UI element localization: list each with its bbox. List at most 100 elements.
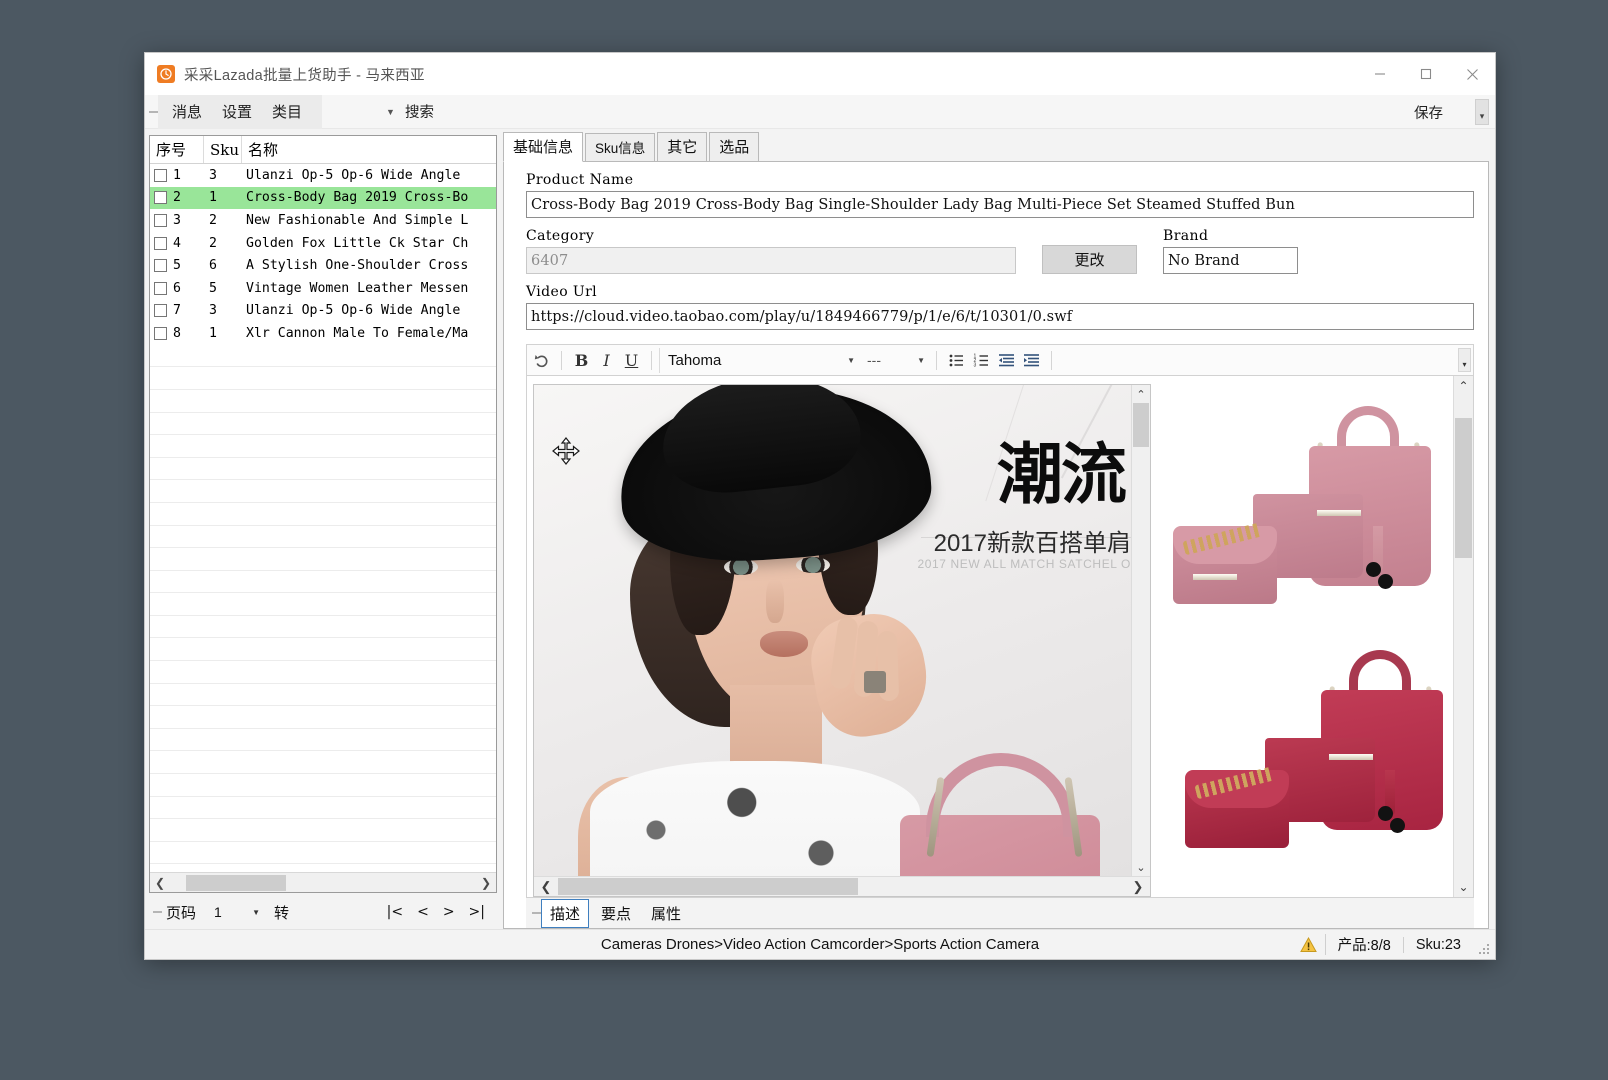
page-number-dropdown[interactable]: 1 ▼: [206, 900, 264, 924]
indent-increase-icon[interactable]: [1019, 348, 1044, 373]
tab-highlights[interactable]: 要点: [593, 900, 639, 927]
tab-selection[interactable]: 选品: [709, 132, 760, 162]
row-checkbox-cell[interactable]: 6: [150, 281, 204, 296]
scroll-down-icon[interactable]: ⌄: [1132, 858, 1151, 876]
scroll-track[interactable]: [1454, 396, 1474, 877]
row-checkbox-cell[interactable]: 3: [150, 213, 204, 228]
menu-drag-grip[interactable]: [149, 101, 158, 123]
editor-content-area[interactable]: 潮流 2017新款百搭单肩 2017 NEW ALL MATCH SATCHEL…: [527, 376, 1453, 897]
model-eye-right: [796, 557, 830, 573]
scroll-right-icon[interactable]: ❯: [476, 874, 496, 892]
checkbox-icon[interactable]: [154, 281, 167, 295]
checkbox-icon[interactable]: [154, 168, 167, 182]
go-to-page-button[interactable]: 转: [274, 902, 289, 923]
underline-button[interactable]: U: [619, 348, 644, 373]
scroll-right-icon[interactable]: ❯: [1126, 877, 1150, 896]
resize-grip[interactable]: [1479, 944, 1491, 956]
scroll-thumb[interactable]: [1454, 418, 1472, 558]
first-page-button[interactable]: |<: [387, 904, 403, 920]
brand-input[interactable]: No Brand: [1163, 247, 1298, 274]
table-row[interactable]: 8 1 Xlr Cannon Male To Female/Ma: [150, 322, 496, 345]
row-name: A Stylish One-Shoulder Cross: [246, 258, 469, 274]
scroll-track[interactable]: [170, 874, 476, 892]
table-row[interactable]: 6 5 Vintage Women Leather Messen: [150, 277, 496, 300]
grid-horizontal-scrollbar[interactable]: ❮ ❯: [150, 872, 496, 892]
font-family-dropdown[interactable]: Tahoma ▼: [659, 347, 859, 373]
maximize-icon[interactable]: [1403, 53, 1449, 95]
change-category-button[interactable]: 更改: [1042, 245, 1137, 274]
numbered-list-icon[interactable]: 123: [969, 348, 994, 373]
font-size-dropdown[interactable]: --- ▼: [859, 348, 929, 373]
undo-icon[interactable]: [529, 348, 554, 373]
menu-item-settings[interactable]: 设置: [212, 97, 262, 126]
close-icon[interactable]: [1449, 53, 1495, 95]
tab-sku-info[interactable]: Sku信息: [585, 133, 656, 162]
tab-other[interactable]: 其它: [657, 132, 708, 162]
column-header-name[interactable]: 名称: [242, 136, 496, 163]
row-checkbox-cell[interactable]: 5: [150, 258, 204, 273]
next-page-button[interactable]: >: [443, 904, 455, 920]
embedded-image-frame[interactable]: 潮流 2017新款百搭单肩 2017 NEW ALL MATCH SATCHEL…: [533, 384, 1151, 897]
tab-description[interactable]: 描述: [541, 898, 590, 928]
bullet-list-icon[interactable]: [944, 348, 969, 373]
desktop-background: 采采Lazada批量上货助手 - 马来西亚 消息 设置 类目 ▼ 搜索 保存 ▾…: [0, 0, 1608, 1080]
last-page-button[interactable]: >|: [469, 904, 485, 920]
scroll-thumb[interactable]: [186, 874, 286, 891]
editor-tabs-grip[interactable]: [532, 902, 541, 924]
search-label: 搜索: [404, 105, 434, 121]
tab-attributes[interactable]: 属性: [643, 900, 689, 927]
model-eye-left: [724, 559, 758, 575]
checkbox-icon[interactable]: [154, 213, 167, 227]
row-checkbox-cell[interactable]: 8: [150, 326, 204, 341]
scroll-up-icon[interactable]: ⌃: [1454, 376, 1474, 396]
checkbox-icon[interactable]: [154, 326, 167, 340]
scroll-left-icon[interactable]: ❮: [534, 877, 558, 896]
embedded-image-horizontal-scrollbar[interactable]: ❮ ❯: [534, 876, 1150, 896]
empty-row: [150, 548, 496, 571]
table-row[interactable]: 3 2 New Fashionable And Simple L: [150, 209, 496, 232]
menu-item-messages[interactable]: 消息: [162, 97, 212, 126]
save-button[interactable]: 保存: [1408, 95, 1449, 129]
table-row[interactable]: 1 3 Ulanzi Op-5 Op-6 Wide Angle: [150, 164, 496, 187]
checkbox-icon[interactable]: [154, 259, 167, 273]
scroll-track[interactable]: [1132, 403, 1151, 858]
table-row[interactable]: 4 2 Golden Fox Little Ck Star Ch: [150, 232, 496, 255]
tab-basic-info[interactable]: 基础信息: [503, 132, 584, 162]
menu-item-category[interactable]: 类目: [262, 97, 312, 126]
scroll-thumb[interactable]: [1132, 403, 1149, 447]
bold-button[interactable]: B: [569, 348, 594, 373]
search-menu[interactable]: ▼ 搜索: [386, 101, 434, 122]
table-row[interactable]: 5 6 A Stylish One-Shoulder Cross: [150, 254, 496, 277]
row-checkbox-cell[interactable]: 4: [150, 236, 204, 251]
product-name-input[interactable]: Cross-Body Bag 2019 Cross-Body Bag Singl…: [526, 191, 1474, 218]
chevron-down-icon[interactable]: ▾: [1458, 348, 1471, 372]
video-url-input[interactable]: https://cloud.video.taobao.com/play/u/18…: [526, 303, 1474, 330]
row-checkbox-cell[interactable]: 2: [150, 190, 204, 205]
prev-page-button[interactable]: <: [417, 904, 429, 920]
scroll-up-icon[interactable]: ⌃: [1132, 385, 1151, 403]
menu-overflow-button[interactable]: ▾: [1475, 99, 1489, 125]
table-row[interactable]: 2 1 Cross-Body Bag 2019 Cross-Bo: [150, 186, 496, 210]
column-header-sku[interactable]: Sku: [204, 136, 242, 163]
scroll-left-icon[interactable]: ❮: [150, 874, 170, 892]
italic-button[interactable]: I: [594, 348, 619, 373]
indent-decrease-icon[interactable]: [994, 348, 1019, 373]
checkbox-icon[interactable]: [154, 236, 167, 250]
editor-vertical-scrollbar[interactable]: ⌃ ⌄: [1453, 376, 1473, 897]
pager-drag-grip[interactable]: [153, 901, 162, 923]
empty-rows: [150, 345, 496, 872]
checkbox-icon[interactable]: [154, 304, 167, 318]
scroll-thumb[interactable]: [558, 878, 858, 895]
column-header-index[interactable]: 序号: [150, 136, 204, 163]
row-checkbox-cell[interactable]: 1: [150, 168, 204, 183]
embedded-image-vertical-scrollbar[interactable]: ⌃ ⌄: [1131, 385, 1150, 876]
hero-subtitle-text: 2017新款百搭单肩: [933, 530, 1131, 557]
row-checkbox-cell[interactable]: 7: [150, 303, 204, 318]
row-sku: 2: [209, 212, 217, 228]
table-row[interactable]: 7 3 Ulanzi Op-5 Op-6 Wide Angle: [150, 300, 496, 323]
minimize-icon[interactable]: [1357, 53, 1403, 95]
scroll-down-icon[interactable]: ⌄: [1454, 877, 1474, 897]
scroll-track[interactable]: [558, 877, 1126, 896]
category-input[interactable]: 6407: [526, 247, 1016, 274]
checkbox-icon[interactable]: [154, 191, 167, 205]
